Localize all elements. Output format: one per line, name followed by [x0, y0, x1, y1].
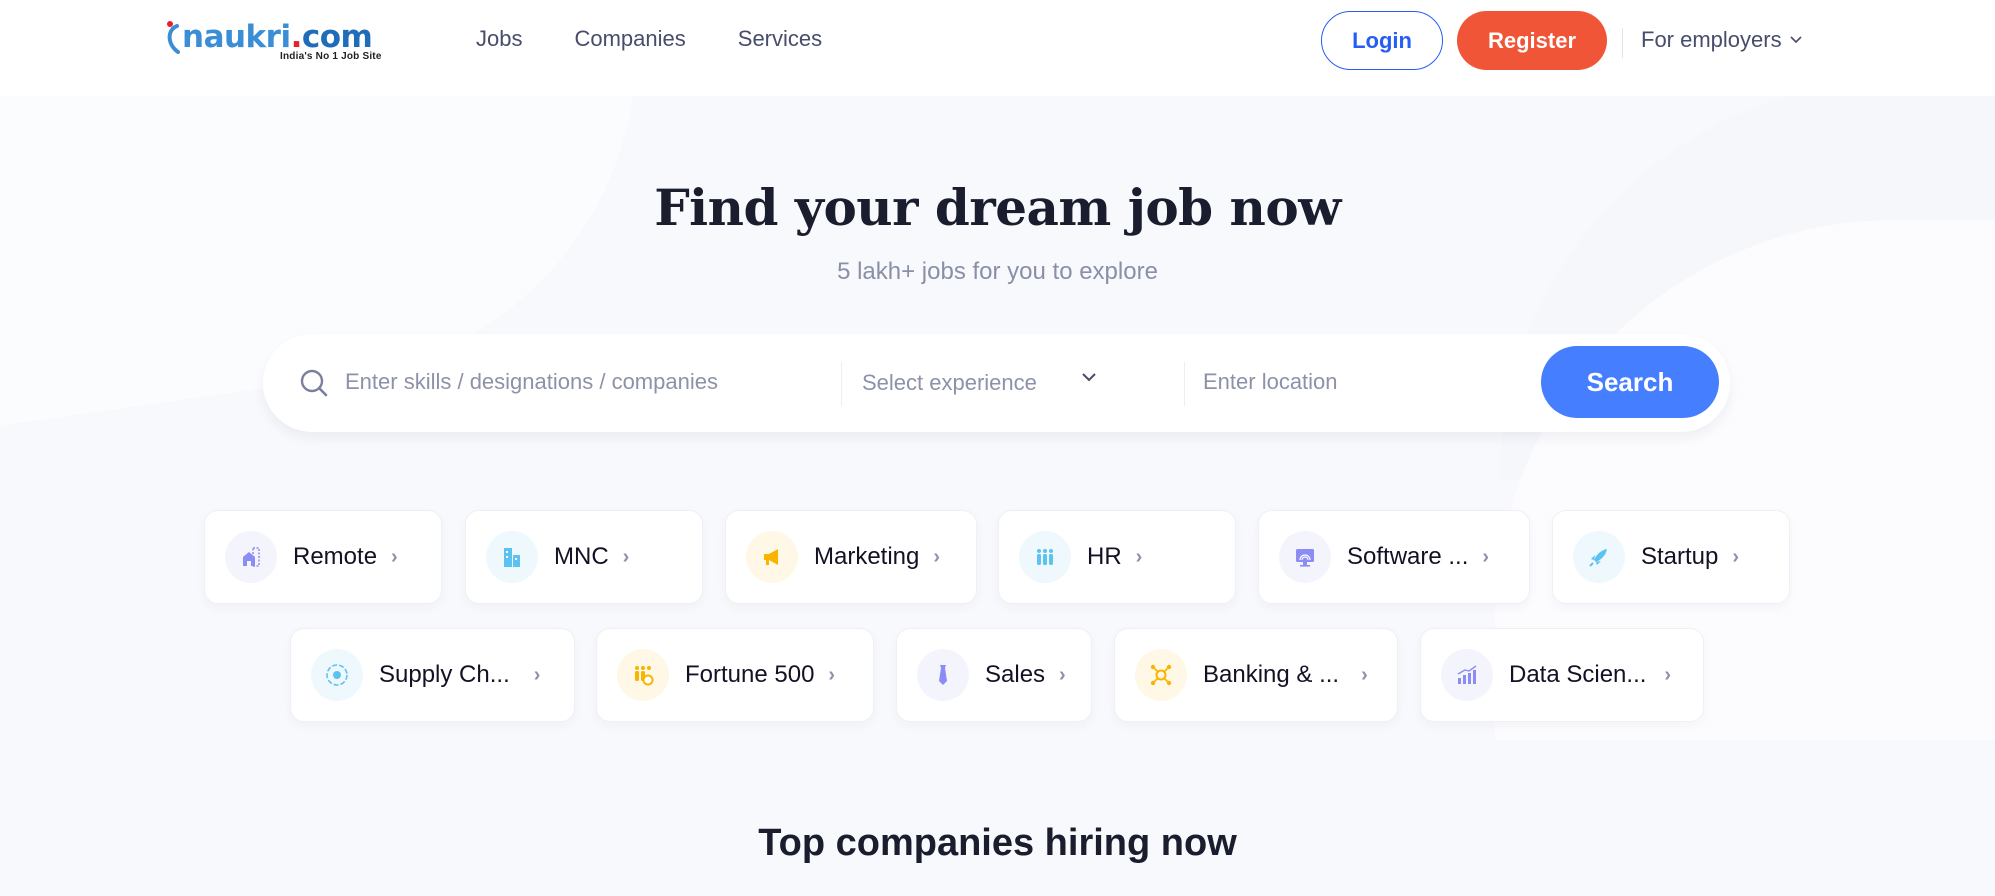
category-chip-banking[interactable]: Banking & ... › — [1114, 628, 1398, 722]
chip-label: Software ... — [1347, 543, 1469, 570]
search-divider — [841, 362, 842, 406]
experience-placeholder: Select experience — [862, 370, 1037, 395]
supply-chain-icon — [311, 649, 363, 701]
chip-label: Remote — [293, 543, 378, 570]
category-chip-startup[interactable]: Startup › — [1552, 510, 1790, 604]
monitor-icon — [1279, 531, 1331, 583]
chevron-right-icon: › — [1664, 663, 1672, 686]
chip-label: Marketing — [814, 543, 920, 570]
nav-jobs[interactable]: Jobs — [476, 24, 522, 54]
category-chip-mnc[interactable]: MNC › — [465, 510, 703, 604]
chip-label: Fortune 500 — [685, 661, 815, 688]
nav-companies[interactable]: Companies — [574, 24, 685, 54]
top-companies-heading: Top companies hiring now — [758, 822, 1237, 864]
login-button[interactable]: Login — [1321, 11, 1443, 70]
chip-label: Sales — [985, 661, 1046, 688]
logo-brand: naukri — [182, 19, 291, 55]
category-chip-remote[interactable]: Remote › — [204, 510, 442, 604]
group-coin-icon — [617, 649, 669, 701]
category-chip-marketing[interactable]: Marketing › — [725, 510, 977, 604]
logo-dot: . — [290, 19, 303, 55]
chevron-right-icon: › — [933, 545, 941, 568]
megaphone-icon — [746, 531, 798, 583]
people-icon — [1019, 531, 1071, 583]
search-button[interactable]: Search — [1541, 346, 1719, 418]
rocket-icon — [1573, 531, 1625, 583]
category-chip-data-science[interactable]: Data Scien... › — [1420, 628, 1704, 722]
bar-chart-icon — [1441, 649, 1493, 701]
header: naukri.com India's No 1 Job Site Jobs Co… — [0, 0, 1995, 96]
logo-tld: com — [301, 19, 373, 55]
chevron-right-icon: › — [828, 663, 836, 686]
tie-icon — [917, 649, 969, 701]
chip-label: HR — [1087, 543, 1122, 570]
chip-label: Banking & ... — [1203, 661, 1340, 688]
header-divider — [1622, 28, 1623, 58]
category-chip-hr[interactable]: HR › — [998, 510, 1236, 604]
chevron-right-icon: › — [622, 545, 630, 568]
chip-label: Startup — [1641, 543, 1719, 570]
hero-subtitle: 5 lakh+ jobs for you to explore — [837, 258, 1158, 285]
register-button[interactable]: Register — [1457, 11, 1607, 70]
for-employers-label: For employers — [1641, 27, 1782, 52]
chip-label: MNC — [554, 543, 609, 570]
search-divider — [1184, 362, 1185, 406]
chip-label: Data Scien... — [1509, 661, 1647, 688]
main-nav: Jobs Companies Services — [476, 24, 822, 54]
chevron-right-icon: › — [391, 545, 398, 568]
chevron-right-icon: › — [1482, 545, 1490, 568]
location-input[interactable] — [1203, 362, 1523, 402]
chevron-right-icon: › — [533, 663, 541, 686]
experience-select[interactable]: Select experience — [862, 362, 1162, 404]
chevron-right-icon: › — [1732, 545, 1740, 568]
remote-home-icon — [225, 531, 277, 583]
chevron-right-icon: › — [1135, 545, 1143, 568]
job-search-bar: Select experience Search — [263, 334, 1730, 432]
logo-tagline: India's No 1 Job Site — [280, 51, 382, 62]
network-coin-icon — [1135, 649, 1187, 701]
for-employers-dropdown[interactable]: For employers — [1641, 27, 1802, 53]
category-chip-software[interactable]: Software ... › — [1258, 510, 1530, 604]
category-chip-supply-chain[interactable]: Supply Ch... › — [290, 628, 575, 722]
logo-swoosh-icon — [167, 21, 180, 54]
buildings-icon — [486, 531, 538, 583]
chevron-right-icon: › — [1361, 663, 1368, 686]
chevron-down-icon — [1790, 36, 1802, 44]
category-chip-sales[interactable]: Sales › — [896, 628, 1092, 722]
hero-title: Find your dream job now — [654, 178, 1341, 237]
search-icon — [300, 369, 328, 397]
category-chip-fortune-500[interactable]: Fortune 500 › — [596, 628, 874, 722]
naukri-logo[interactable]: naukri.com India's No 1 Job Site — [167, 19, 390, 66]
chevron-right-icon: › — [1059, 663, 1066, 686]
chevron-down-icon[interactable] — [1081, 372, 1097, 382]
nav-services[interactable]: Services — [738, 24, 822, 54]
chip-label: Supply Ch... — [379, 661, 510, 688]
skills-input[interactable] — [345, 362, 825, 402]
